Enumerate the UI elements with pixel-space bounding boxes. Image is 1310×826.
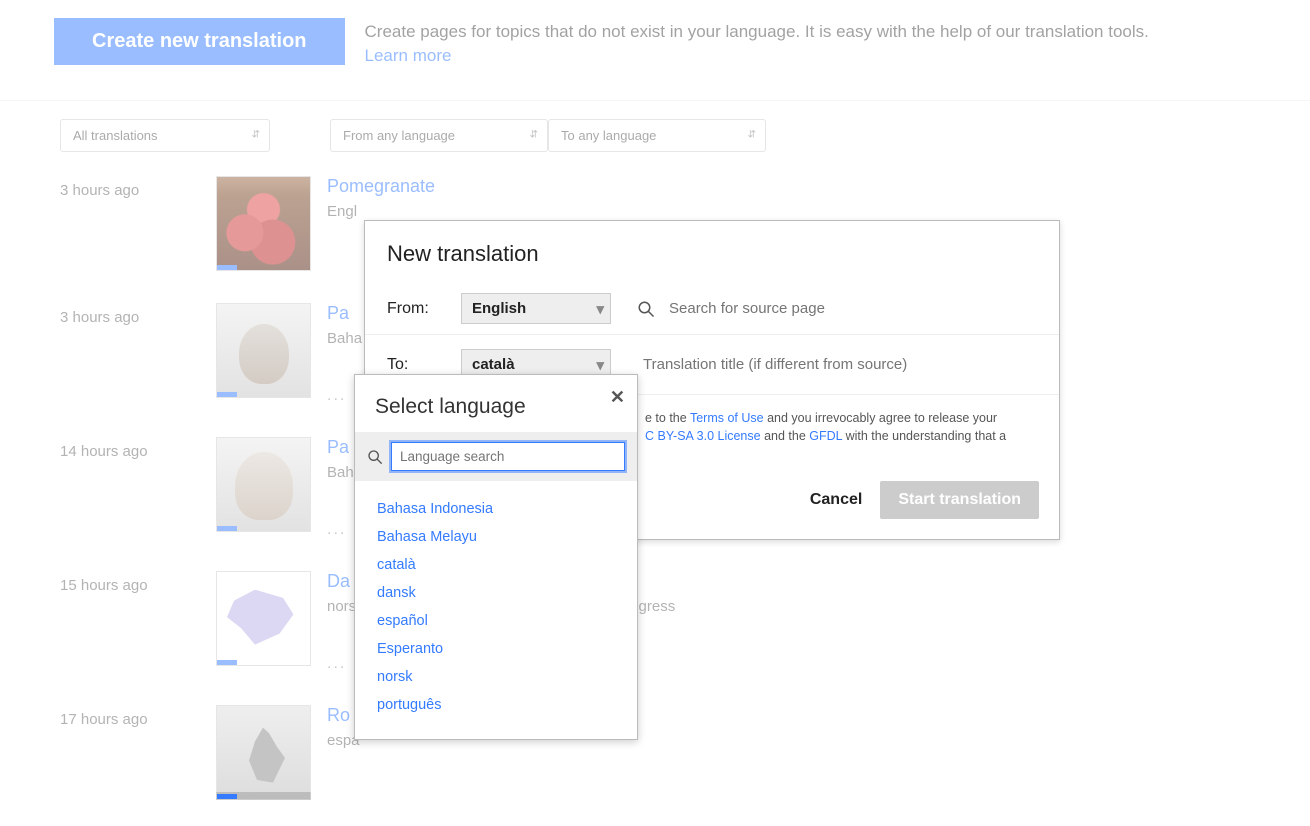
- close-icon[interactable]: ✕: [610, 387, 625, 408]
- search-icon: [637, 300, 655, 318]
- from-lang-filter[interactable]: From any language: [330, 119, 548, 152]
- language-options: Bahasa Indonesia Bahasa Melayu català da…: [355, 481, 637, 739]
- search-icon: [367, 449, 383, 465]
- source-page-input[interactable]: [669, 300, 1037, 317]
- from-language-select[interactable]: English ▾: [461, 293, 611, 324]
- item-subtitle: Baha: [327, 330, 362, 347]
- to-label: To:: [387, 356, 447, 374]
- language-option[interactable]: español: [377, 607, 615, 635]
- thumbnail: [216, 437, 311, 532]
- cc-link[interactable]: C BY-SA 3.0 License: [645, 429, 761, 443]
- language-option[interactable]: Bahasa Indonesia: [377, 495, 615, 523]
- thumbnail: [216, 176, 311, 271]
- language-option[interactable]: català: [377, 551, 615, 579]
- select-language-panel: Select language ✕ Bahasa Indonesia Bahas…: [354, 374, 638, 740]
- header-blurb: Create pages for topics that do not exis…: [365, 18, 1149, 68]
- language-option[interactable]: português: [377, 691, 615, 719]
- gfdl-link[interactable]: GFDL: [809, 429, 842, 443]
- status-filter[interactable]: All translations: [60, 119, 270, 152]
- create-translation-button[interactable]: Create new translation: [54, 18, 345, 65]
- start-translation-button[interactable]: Start translation: [880, 481, 1039, 519]
- language-option[interactable]: dansk: [377, 579, 615, 607]
- filter-bar: All translations ⇵ From any language ⇵ T…: [0, 101, 1310, 170]
- thumbnail: [216, 303, 311, 398]
- list-item[interactable]: 15 hours ago Da norsogress ...: [60, 565, 1250, 699]
- item-time: 17 hours ago: [60, 705, 200, 800]
- panel-title: Select language: [375, 393, 617, 420]
- item-subtitle: Engl: [327, 203, 435, 220]
- language-option[interactable]: Bahasa Melayu: [377, 523, 615, 551]
- item-time: 3 hours ago: [60, 303, 200, 405]
- item-title[interactable]: Pomegranate: [327, 176, 435, 197]
- language-search-input[interactable]: [391, 442, 625, 471]
- cancel-button[interactable]: Cancel: [810, 491, 862, 509]
- dialog-title: New translation: [365, 221, 1059, 283]
- language-option[interactable]: norsk: [377, 663, 615, 691]
- thumbnail: [216, 705, 311, 800]
- translation-title-input[interactable]: [643, 356, 1037, 373]
- terms-link[interactable]: Terms of Use: [690, 411, 764, 425]
- language-option[interactable]: Esperanto: [377, 635, 615, 663]
- list-item[interactable]: 17 hours ago Ro espa: [60, 699, 1250, 826]
- item-title[interactable]: Pa: [327, 303, 362, 324]
- learn-more-link[interactable]: Learn more: [365, 46, 452, 65]
- item-time: 3 hours ago: [60, 176, 200, 271]
- chevron-down-icon: ▾: [596, 356, 604, 374]
- chevron-down-icon: ▾: [596, 300, 604, 318]
- item-time: 15 hours ago: [60, 571, 200, 673]
- item-time: 14 hours ago: [60, 437, 200, 539]
- from-label: From:: [387, 300, 447, 318]
- to-lang-filter[interactable]: To any language: [548, 119, 766, 152]
- thumbnail: [216, 571, 311, 666]
